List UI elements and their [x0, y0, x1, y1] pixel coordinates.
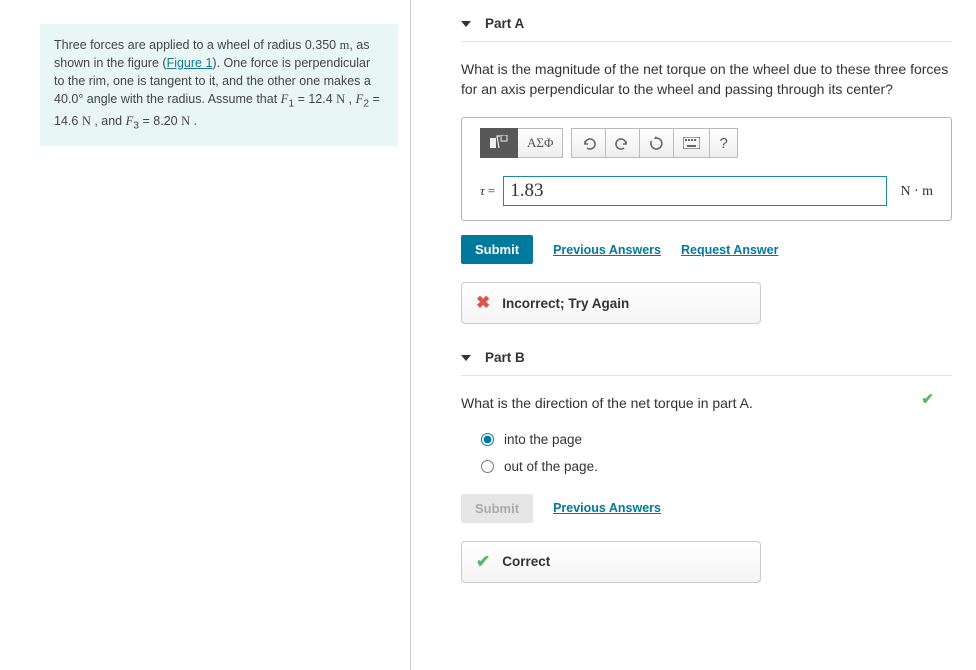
- help-tool[interactable]: ?: [710, 128, 737, 158]
- radio-option-out[interactable]: out of the page.: [481, 459, 952, 474]
- check-icon: ✔: [476, 552, 490, 572]
- submit-button-b: Submit: [461, 494, 533, 523]
- radio-label: into the page: [504, 432, 582, 447]
- equation-toolbar: ΑΣΦ ?: [462, 118, 951, 168]
- answer-input-panel: ΑΣΦ ? τ = N ⋅ m: [461, 117, 952, 221]
- redo-tool[interactable]: [606, 128, 640, 158]
- answer-panel: Part A What is the magnitude of the net …: [410, 0, 976, 670]
- answer-unit: N ⋅ m: [901, 183, 933, 200]
- radio-label: out of the page.: [504, 459, 598, 474]
- chevron-down-icon: [461, 355, 471, 361]
- radio-option-into[interactable]: into the page: [481, 432, 952, 447]
- answer-symbol: τ =: [480, 183, 495, 199]
- part-b-title: Part B: [485, 350, 525, 365]
- feedback-box-b: ✔ Correct: [461, 541, 761, 583]
- greek-tool[interactable]: ΑΣΦ: [518, 128, 563, 158]
- reset-tool[interactable]: [640, 128, 674, 158]
- problem-panel: Three forces are applied to a wheel of r…: [0, 0, 410, 670]
- radio-out[interactable]: [481, 460, 494, 473]
- part-a-header[interactable]: Part A: [461, 16, 952, 42]
- chevron-down-icon: [461, 21, 471, 27]
- check-icon: ✔: [921, 390, 934, 408]
- figure-link[interactable]: Figure 1: [167, 56, 213, 70]
- feedback-text-b: Correct: [502, 554, 550, 569]
- request-answer-link[interactable]: Request Answer: [681, 243, 778, 257]
- problem-statement: Three forces are applied to a wheel of r…: [40, 24, 398, 146]
- answer-input[interactable]: [503, 176, 886, 206]
- part-a-question: What is the magnitude of the net torque …: [461, 60, 952, 99]
- submit-button-a[interactable]: Submit: [461, 235, 533, 264]
- feedback-box-a: ✖ Incorrect; Try Again: [461, 282, 761, 324]
- part-b-header[interactable]: Part B: [461, 350, 952, 376]
- radio-group: into the page out of the page.: [461, 432, 952, 474]
- feedback-text-a: Incorrect; Try Again: [502, 296, 629, 311]
- radio-into[interactable]: [481, 433, 494, 446]
- keyboard-tool[interactable]: [674, 128, 710, 158]
- part-a-title: Part A: [485, 16, 524, 31]
- previous-answers-link-b[interactable]: Previous Answers: [553, 501, 661, 515]
- part-b-question: What is the direction of the net torque …: [461, 394, 952, 414]
- previous-answers-link-a[interactable]: Previous Answers: [553, 243, 661, 257]
- x-icon: ✖: [476, 293, 490, 313]
- template-tool[interactable]: [480, 128, 518, 158]
- undo-tool[interactable]: [571, 128, 606, 158]
